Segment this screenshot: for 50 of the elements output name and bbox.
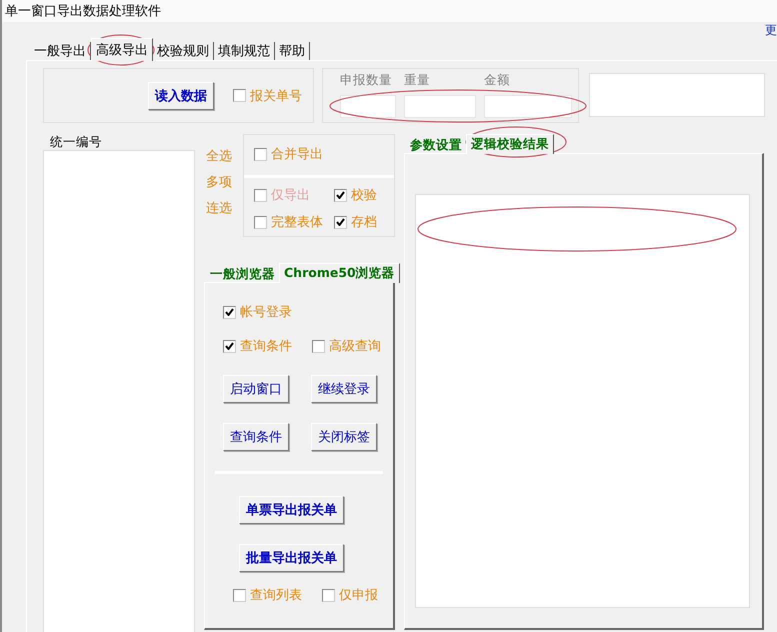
list-label: 统一编号 (49, 134, 103, 150)
checkbox-box[interactable] (233, 89, 246, 102)
tab[interactable]: 高级导出 (91, 38, 153, 61)
tab[interactable]: 参数设置 (406, 137, 466, 153)
checkmark-icon (336, 218, 345, 226)
checkbox-box[interactable] (334, 188, 347, 202)
checkbox-box[interactable] (322, 588, 335, 602)
checkbox-label: 查询列表 (250, 587, 302, 604)
tab[interactable]: 一般浏览器 (206, 266, 279, 282)
action-button[interactable]: 关闭标签 (311, 423, 377, 451)
action-button[interactable]: 继续登录 (311, 375, 377, 403)
field-label: 重量 (404, 72, 431, 89)
field-label: 申报数量 (340, 72, 393, 89)
checkbox-label: 存档 (351, 214, 377, 231)
field-label: 金额 (484, 72, 511, 89)
checkbox-label: 查询条件 (240, 338, 292, 355)
checkbox-label: 完整表体 (271, 214, 323, 231)
input-field[interactable] (340, 94, 396, 118)
tab[interactable]: 逻辑校验结果 (466, 134, 554, 154)
read-data-button[interactable]: 读入数据 (148, 82, 214, 110)
checkmark-icon (225, 342, 234, 350)
checkbox-label: 帐号登录 (240, 304, 292, 321)
checkbox-box[interactable] (223, 306, 236, 318)
checkbox-label: 仅导出 (271, 187, 310, 204)
checkbox-box[interactable] (312, 340, 325, 352)
export-button[interactable]: 批量导出报关单 (239, 544, 344, 572)
action-button[interactable]: 启动窗口 (223, 375, 289, 403)
checkbox-label: 报关单号 (250, 88, 302, 104)
checkbox-box[interactable] (223, 340, 236, 352)
checkbox-label: 校验 (351, 187, 377, 204)
checkbox-label: 合并导出 (271, 146, 323, 163)
checkbox-label: 仅申报 (339, 587, 378, 604)
checkbox-label: 高级查询 (329, 338, 381, 355)
action-button[interactable]: 查询条件 (223, 423, 289, 451)
window-title: 单一窗口导出数据处理软件 (5, 3, 161, 20)
selection-mode-label: 多项 (206, 174, 233, 191)
checkmark-icon (336, 191, 345, 199)
checkbox-box[interactable] (233, 588, 246, 602)
checkbox-box[interactable] (334, 216, 347, 228)
checkmark-icon (225, 308, 234, 316)
input-field[interactable] (404, 94, 476, 118)
checkbox-box[interactable] (254, 148, 267, 160)
tab[interactable]: Chrome50浏览器 (279, 263, 400, 283)
checkbox-box[interactable] (254, 216, 267, 228)
link[interactable]: 更 (765, 22, 777, 38)
selection-mode-label: 全选 (206, 148, 233, 165)
input-field[interactable] (484, 94, 572, 118)
export-button[interactable]: 单票导出报关单 (239, 496, 344, 524)
selection-mode-label: 连选 (206, 200, 233, 217)
annotation-ellipse (88, 34, 154, 66)
